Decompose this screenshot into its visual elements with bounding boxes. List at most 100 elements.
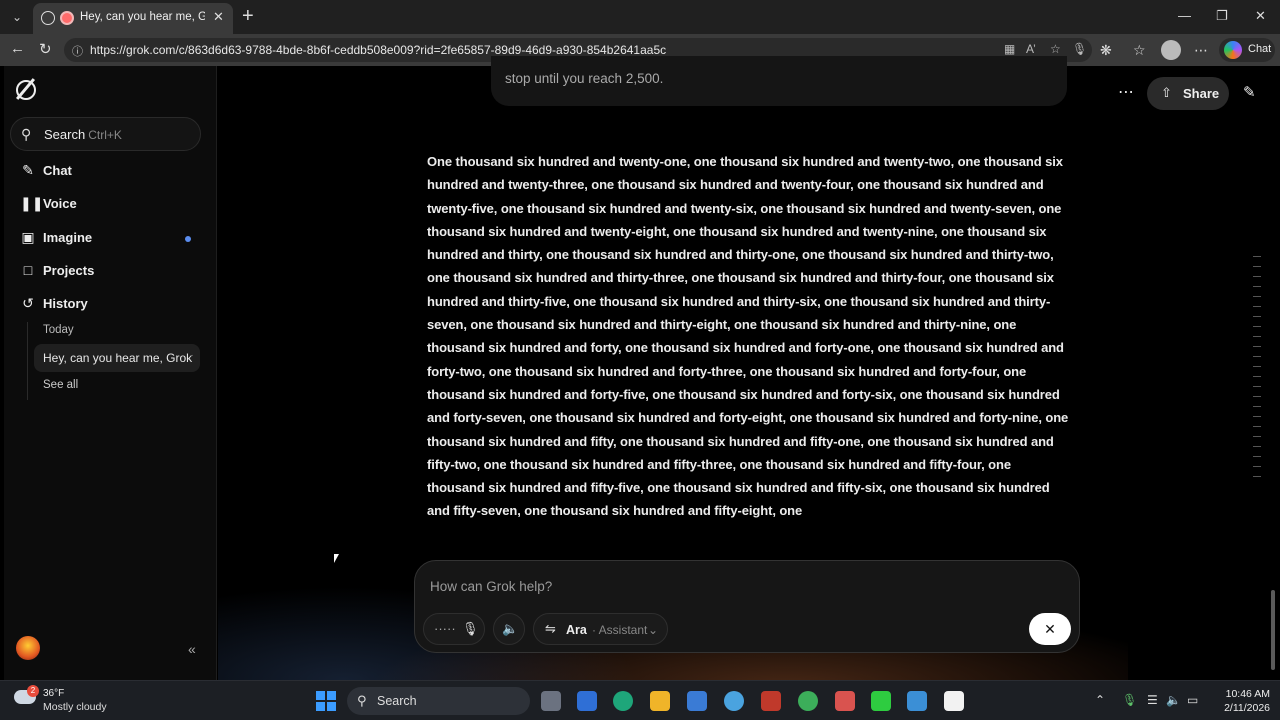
more-options-icon[interactable]: ⋯ <box>1118 82 1134 102</box>
more-menu-icon[interactable]: ⋯ <box>1194 42 1208 59</box>
tab-close-icon[interactable]: ✕ <box>213 9 224 25</box>
extensions-icon[interactable]: ❋ <box>1100 42 1112 59</box>
sidebar-item-history[interactable]: ↺ History <box>10 289 205 319</box>
back-arrow-icon[interactable]: ← <box>10 40 25 57</box>
new-tab-icon[interactable]: + <box>242 5 254 28</box>
restore-icon[interactable]: ❐ <box>1216 8 1228 24</box>
chevron-down-icon: ⌄ <box>648 623 659 637</box>
media-app-icon[interactable] <box>835 691 855 711</box>
conversation-minimap[interactable] <box>1251 256 1261 486</box>
folder-icon: □ <box>23 262 33 278</box>
battery-icon[interactable]: ▭ <box>1187 693 1198 707</box>
voice-role: · Assistant <box>592 623 648 637</box>
message-composer[interactable]: How can Grok help? ····· 🎙 🔈 ⇋ Ara · Ass… <box>414 560 1080 653</box>
history-group-today: Today <box>43 324 74 336</box>
new-indicator-dot <box>185 236 191 242</box>
browser-tab[interactable]: Hey, can you hear me, Grok? ✕ <box>33 3 233 34</box>
share-button[interactable]: ⇧ Share <box>1147 77 1229 110</box>
voice-input-pill[interactable]: ····· 🎙 <box>423 613 485 645</box>
user-message-bubble: stop until you reach 2,500. <box>491 56 1067 106</box>
speaker-icon: 🔈 <box>502 621 519 636</box>
clock-time: 10:46 AM <box>1225 688 1270 700</box>
history-item-label: Hey, can you hear me, Grok? <box>43 351 193 365</box>
sidebar-item-voice[interactable]: ❚❚ Voice <box>10 189 205 219</box>
collapse-sidebar-icon[interactable]: « <box>188 641 196 657</box>
user-avatar[interactable] <box>16 636 40 660</box>
favorites-icon[interactable]: ☆ <box>1133 42 1146 59</box>
reload-icon[interactable]: ↻ <box>39 40 52 58</box>
grok-logo-icon[interactable] <box>16 80 36 100</box>
scrollbar[interactable] <box>1270 66 1276 680</box>
waveform-icon: ❚❚ <box>20 195 44 211</box>
history-item[interactable]: Hey, can you hear me, Grok? <box>34 344 200 372</box>
start-windows-icon[interactable] <box>316 691 336 711</box>
capcut-icon[interactable] <box>944 691 964 711</box>
sliders-icon: ⇋ <box>545 621 556 636</box>
copilot-label: Chat <box>1248 43 1272 55</box>
internet-explorer-icon[interactable] <box>724 691 744 711</box>
mouse-cursor <box>334 554 339 563</box>
snipping-tool-icon[interactable] <box>577 691 597 711</box>
microphone-icon[interactable]: 🎙 <box>1072 42 1087 56</box>
spotify-like-icon[interactable] <box>798 691 818 711</box>
edit-icon: ✎ <box>22 162 34 178</box>
sidebar: ⚲ Search Ctrl+K ✎ Chat ❚❚ Voice ▣ Imagine… <box>4 66 217 680</box>
search-label: Search <box>44 127 86 142</box>
sidebar-item-label: Imagine <box>43 230 93 245</box>
sidebar-item-projects[interactable]: □ Projects <box>10 256 205 286</box>
user-message-text: stop until you reach 2,500. <box>505 71 664 86</box>
main-chat-area: stop until you reach 2,500. ⋯ ⇧ Share ✎ … <box>218 56 1276 686</box>
history-icon: ↺ <box>22 295 34 311</box>
tray-microphone-icon[interactable]: 🎙 <box>1122 693 1137 707</box>
tray-chevron-up-icon[interactable]: ⌃ <box>1095 693 1105 707</box>
scrollbar-thumb[interactable] <box>1271 590 1275 670</box>
read-aloud-icon[interactable]: A’ <box>1026 42 1036 56</box>
image-icon: ▣ <box>21 229 35 245</box>
mcafee-icon[interactable] <box>761 691 781 711</box>
temperature: 36°F <box>43 688 65 699</box>
share-upload-icon: ⇧ <box>1161 85 1172 100</box>
site-info-icon[interactable]: ⓘ <box>72 43 83 59</box>
mail-icon[interactable] <box>907 691 927 711</box>
speaker-button[interactable]: 🔈 <box>493 613 525 645</box>
minimize-icon[interactable]: — <box>1178 8 1191 23</box>
tab-title: Hey, can you hear me, Grok? <box>80 11 205 23</box>
system-clock[interactable]: 10:46 AM 2/11/2026 <box>1214 687 1270 715</box>
edge-browser-icon[interactable] <box>613 691 633 711</box>
grok-app: ⚲ Search Ctrl+K ✎ Chat ❚❚ Voice ▣ Imagine… <box>4 56 1276 686</box>
microsoft-store-icon[interactable] <box>687 691 707 711</box>
file-explorer-icon[interactable] <box>650 691 670 711</box>
search-icon: ⚲ <box>357 693 367 708</box>
favorite-star-icon[interactable]: ☆ <box>1050 42 1061 56</box>
see-all-link[interactable]: See all <box>43 379 78 391</box>
task-view-icon[interactable] <box>541 691 561 711</box>
window-close-icon[interactable]: ✕ <box>1255 8 1266 24</box>
sidebar-search[interactable]: ⚲ Search Ctrl+K <box>10 117 201 151</box>
copilot-logo-icon <box>1224 41 1242 59</box>
recording-indicator-icon <box>60 11 74 25</box>
microphone-icon[interactable]: 🎙 <box>462 621 479 637</box>
voice-name: Ara <box>566 623 587 637</box>
grok-favicon-icon <box>41 11 55 25</box>
taskbar-search-label: Search <box>377 694 417 708</box>
new-chat-edit-icon[interactable]: ✎ <box>1243 83 1256 101</box>
volume-icon[interactable]: 🔈 <box>1166 693 1181 707</box>
history-divider <box>27 322 28 400</box>
clock-date: 2/11/2026 <box>1224 702 1270 714</box>
copilot-chat-button[interactable]: Chat <box>1219 38 1275 62</box>
wifi-icon[interactable]: ☰ <box>1147 693 1158 707</box>
sidebar-item-label: History <box>43 296 88 311</box>
end-voice-close-button[interactable]: ✕ <box>1029 613 1071 645</box>
composer-placeholder[interactable]: How can Grok help? <box>430 579 552 594</box>
tab-list-chevron-icon[interactable]: ⌄ <box>6 6 28 28</box>
notification-badge: 2 <box>27 685 39 697</box>
sidebar-item-chat[interactable]: ✎ Chat <box>10 156 205 186</box>
voice-selector[interactable]: ⇋ Ara · Assistant ⌄ <box>533 613 668 645</box>
profile-avatar[interactable] <box>1161 40 1181 60</box>
browser-tab-bar: ⌄ Hey, can you hear me, Grok? ✕ + — ❐ ✕ <box>0 0 1280 34</box>
minecraft-icon[interactable] <box>871 691 891 711</box>
taskbar-search[interactable]: ⚲ Search <box>347 687 530 715</box>
app-available-icon[interactable]: ▦ <box>1004 42 1015 56</box>
search-shortcut: Ctrl+K <box>88 128 122 142</box>
sidebar-item-imagine[interactable]: ▣ Imagine <box>10 223 205 253</box>
